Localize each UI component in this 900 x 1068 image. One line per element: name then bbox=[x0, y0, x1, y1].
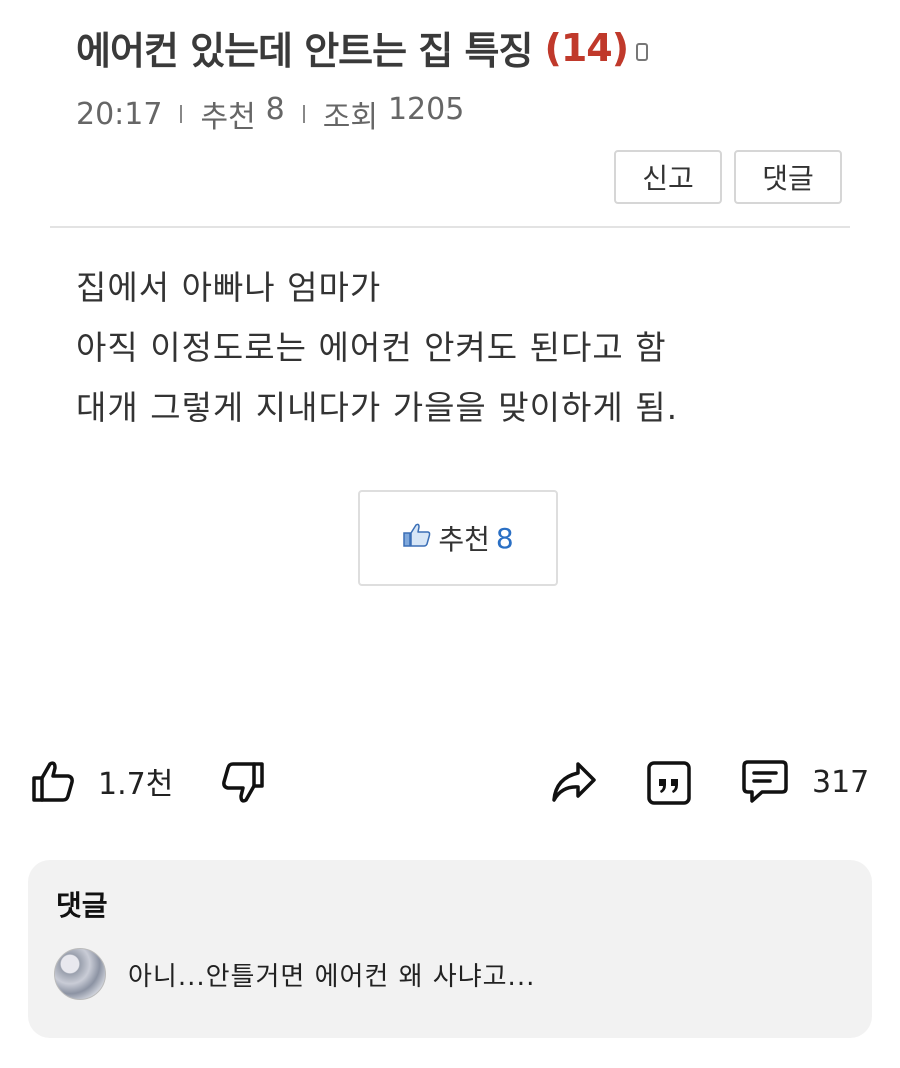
post-body: 집에서 아빠나 엄마가 아직 이정도로는 에어컨 안켜도 된다고 함 대개 그렇… bbox=[76, 258, 678, 438]
comments-button[interactable]: 317 bbox=[740, 758, 869, 806]
quote-icon bbox=[646, 760, 692, 806]
comment-button[interactable]: 댓글 bbox=[734, 150, 842, 204]
comment-text: 아니...안틀거면 에어컨 왜 사냐고... bbox=[128, 961, 536, 992]
divider bbox=[50, 226, 850, 228]
dislike-button[interactable] bbox=[220, 760, 266, 806]
comments-count: 317 bbox=[812, 764, 870, 800]
meta-separator bbox=[180, 105, 183, 123]
comment-icon bbox=[740, 758, 790, 806]
recommend-label: 추천 bbox=[200, 100, 256, 135]
action-bar: 1.7천 317 bbox=[0, 750, 900, 814]
comment-preview[interactable]: 아니...안틀거면 에어컨 왜 사냐고... bbox=[54, 948, 535, 1000]
share-icon bbox=[550, 760, 598, 804]
report-button[interactable]: 신고 bbox=[614, 150, 722, 204]
post-body-line: 집에서 아빠나 엄마가 bbox=[76, 268, 382, 307]
recommend-button-count: 8 bbox=[495, 521, 514, 555]
post-comment-count[interactable]: (14) bbox=[544, 26, 629, 70]
post-time: 20:17 bbox=[76, 96, 163, 132]
meta-separator bbox=[302, 105, 305, 123]
share-button[interactable] bbox=[550, 760, 598, 804]
post-recommend-meta: 추천 8 bbox=[200, 92, 284, 136]
post-views-meta: 조회 1205 bbox=[323, 92, 465, 136]
quote-button[interactable] bbox=[646, 760, 692, 806]
post-title: 에어컨 있는데 안트는 집 특징 bbox=[76, 29, 533, 73]
thumbs-up-icon bbox=[30, 758, 76, 804]
comments-card[interactable]: 댓글 아니...안틀거면 에어컨 왜 사냐고... bbox=[28, 860, 872, 1038]
thumbs-up-icon bbox=[402, 522, 432, 555]
recommend-button-label: 추천 bbox=[438, 523, 490, 556]
mobile-icon bbox=[636, 42, 649, 61]
like-button[interactable]: 1.7천 bbox=[30, 758, 173, 804]
post-body-line: 아직 이정도로는 에어컨 안켜도 된다고 함 bbox=[76, 328, 667, 367]
views-count: 1205 bbox=[387, 92, 465, 127]
avatar bbox=[54, 948, 106, 1000]
post-header: 에어컨 있는데 안트는 집 특징 (14) bbox=[76, 20, 649, 75]
thumbs-down-icon bbox=[220, 760, 266, 806]
views-label: 조회 bbox=[322, 100, 378, 135]
post-meta: 20:17 추천 8 조회 1205 bbox=[76, 92, 464, 136]
post-body-line: 대개 그렇게 지내다가 가을을 맞이하게 됨. bbox=[76, 388, 679, 427]
recommend-button[interactable]: 추천 8 bbox=[358, 490, 558, 586]
comments-title: 댓글 bbox=[56, 889, 108, 922]
like-count: 1.7천 bbox=[98, 767, 174, 802]
recommend-count: 8 bbox=[265, 92, 285, 127]
